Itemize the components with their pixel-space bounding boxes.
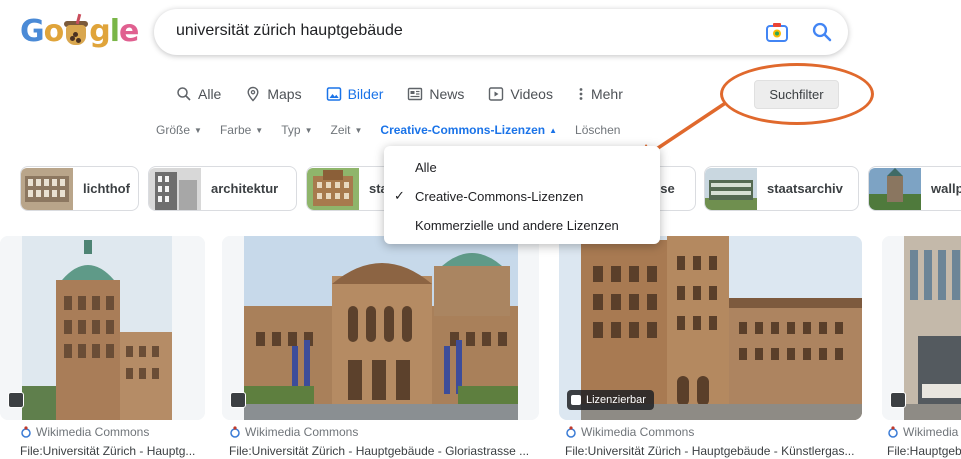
result-source[interactable]: Wikimedia (887, 425, 958, 439)
chip-thumbnail (307, 167, 359, 210)
bubble-tea-doodle-icon (63, 13, 89, 46)
license-badge: Lizenzierbar (567, 390, 654, 410)
image-badge-icon (8, 392, 24, 408)
camera-lens-icon[interactable] (766, 22, 788, 42)
filter-label: Creative-Commons-Lizenzen (380, 123, 546, 137)
chip-thumbnail (705, 167, 757, 210)
caret-up-icon: ▲ (549, 125, 558, 135)
tab-bilder[interactable]: Bilder (326, 83, 384, 105)
dropdown-item-commercial[interactable]: Kommerzielle und andere Lizenzen (384, 212, 660, 238)
related-chip-wallpaper[interactable]: wallp (868, 166, 961, 211)
source-label: Wikimedia (903, 425, 959, 439)
caret-down-icon: ▼ (194, 125, 202, 135)
tab-label: Bilder (347, 86, 384, 102)
wikimedia-icon (230, 426, 240, 438)
filter-color[interactable]: Farbe ▼ (220, 121, 263, 139)
tab-label: Videos (510, 86, 553, 102)
clear-filters-link[interactable]: Löschen (575, 121, 620, 139)
result-source[interactable]: Wikimedia Commons (20, 425, 149, 439)
result-source[interactable]: Wikimedia Commons (229, 425, 358, 439)
result-title[interactable]: File:Universität Zürich - Hauptgebäude -… (229, 444, 545, 458)
wikimedia-icon (888, 426, 898, 438)
search-icon (177, 87, 191, 101)
search-icon[interactable] (810, 20, 834, 44)
caret-down-icon: ▼ (255, 125, 264, 135)
filter-row: Größe ▼ Farbe ▼ Typ ▼ Zeit ▼ Creative-Common… (156, 121, 638, 139)
dropdown-item-label: Alle (415, 159, 437, 175)
more-vert-icon (579, 88, 583, 100)
image-result[interactable] (222, 236, 539, 420)
logo-letter: o (43, 13, 65, 49)
filter-label: Größe (156, 123, 191, 137)
filter-license[interactable]: Creative-Commons-Lizenzen ▲ (380, 121, 557, 139)
wikimedia-icon (566, 426, 576, 438)
image-badge-icon (230, 392, 246, 408)
search-bar[interactable]: universität zürich hauptgebäude (154, 9, 848, 55)
tab-mehr[interactable]: Mehr (577, 83, 623, 105)
image-badge-icon (571, 395, 581, 405)
related-chip-architektur[interactable]: architektur (148, 166, 297, 211)
source-label: Wikimedia Commons (581, 425, 695, 439)
tab-alle[interactable]: Alle (176, 83, 221, 105)
dropdown-item-alle[interactable]: Alle (384, 154, 660, 180)
logo-letter: e (119, 13, 139, 49)
filter-time[interactable]: Zeit ▼ (330, 121, 362, 139)
filter-label: Typ (281, 123, 301, 137)
related-chip-staatsarchiv[interactable]: staatsarchiv (704, 166, 859, 211)
google-logo[interactable]: G o g l e (20, 13, 139, 49)
chip-label: wallp (931, 181, 961, 196)
result-title[interactable]: File:Universität Zürich - Hauptgebäude -… (565, 444, 865, 458)
logo-letter: G (20, 13, 45, 49)
related-chip-lichthof[interactable]: lichthof (20, 166, 139, 211)
image-result[interactable]: Lizenzierbar (559, 236, 862, 420)
result-title[interactable]: File:Universität Zürich - Hauptg... (20, 444, 200, 458)
pin-icon (247, 86, 259, 102)
news-icon (408, 87, 423, 101)
checkmark-icon: ✓ (394, 188, 405, 203)
play-icon (489, 87, 504, 101)
filter-label: Zeit (330, 123, 351, 137)
image-badge-icon (890, 392, 906, 408)
caret-down-icon: ▼ (304, 125, 313, 135)
chip-label: architektur (211, 181, 279, 196)
chip-thumbnail (149, 167, 201, 210)
suchfilter-button[interactable]: Suchfilter (754, 80, 839, 109)
dropdown-item-label: Creative-Commons-Lizenzen (415, 188, 584, 204)
tab-news[interactable]: News (407, 83, 464, 105)
image-icon (326, 87, 341, 101)
tab-videos[interactable]: Videos (488, 83, 553, 105)
caret-down-icon: ▼ (354, 125, 363, 135)
chip-label: staatsarchiv (767, 181, 843, 196)
result-image (222, 236, 539, 420)
filter-type[interactable]: Typ ▼ (281, 121, 312, 139)
license-dropdown: Alle ✓ Creative-Commons-Lizenzen Kommerz… (384, 146, 660, 244)
image-result[interactable] (882, 236, 961, 420)
source-label: Wikimedia Commons (245, 425, 359, 439)
filter-label: Farbe (219, 123, 252, 137)
search-input[interactable]: universität zürich hauptgebäude (176, 22, 403, 40)
result-title[interactable]: File:Hauptgeb (887, 444, 961, 458)
chip-thumbnail (21, 167, 73, 210)
image-result[interactable] (0, 236, 205, 420)
tab-label: Maps (267, 86, 302, 102)
chip-thumbnail (869, 167, 921, 210)
tab-label: Mehr (590, 86, 623, 102)
logo-letter: g (89, 13, 111, 49)
search-tabs: Alle Maps Bilder News Videos Mehr (176, 83, 647, 105)
logo-letter: l (109, 13, 120, 49)
wikimedia-icon (21, 426, 31, 438)
result-source[interactable]: Wikimedia Commons (565, 425, 694, 439)
chip-label: lichthof (83, 181, 130, 196)
tab-label: News (429, 86, 465, 102)
dropdown-item-creative-commons[interactable]: ✓ Creative-Commons-Lizenzen (384, 183, 660, 209)
result-image (0, 236, 205, 420)
tab-maps[interactable]: Maps (245, 83, 302, 105)
license-badge-label: Lizenzierbar (586, 394, 646, 406)
filter-size[interactable]: Größe ▼ (156, 121, 202, 139)
dropdown-item-label: Kommerzielle und andere Lizenzen (415, 217, 619, 233)
source-label: Wikimedia Commons (36, 425, 150, 439)
tab-label: Alle (198, 86, 222, 102)
